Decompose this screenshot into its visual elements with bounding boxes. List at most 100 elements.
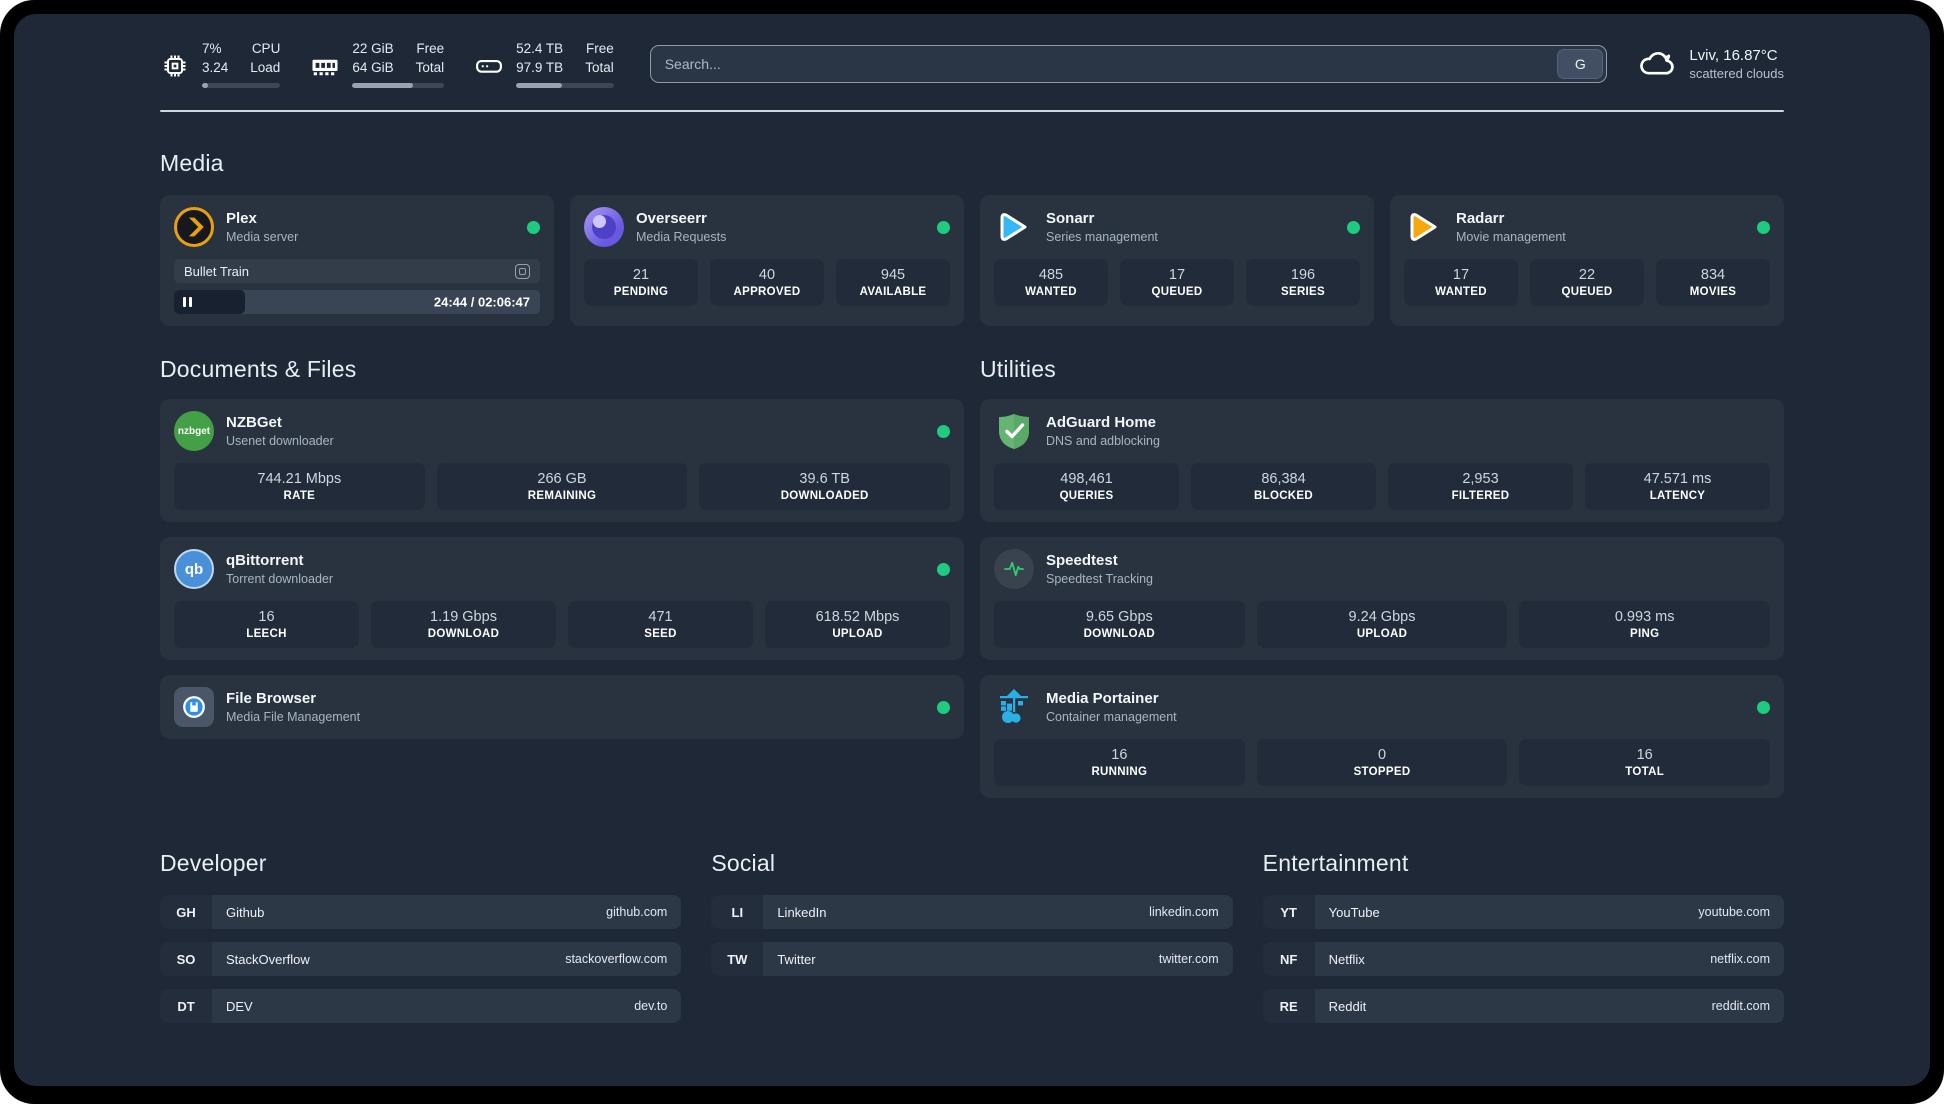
disk-total-label: Total [585, 60, 614, 75]
pause-icon[interactable] [183, 297, 192, 307]
disk-icon [474, 40, 504, 88]
link-stackoverflow[interactable]: SO StackOverflow stackoverflow.com [160, 942, 682, 976]
app-description: Media File Management [226, 710, 361, 724]
stat-tile: 2,953 FILTERED [1388, 463, 1573, 510]
status-dot-online [1757, 220, 1770, 234]
stat-tile: 266 GB REMAINING [436, 463, 688, 510]
link-linkedin[interactable]: LI LinkedIn linkedin.com [711, 895, 1233, 929]
section-social: Social LI LinkedIn linkedin.com TW Twitt… [711, 850, 1233, 1023]
stat-tile: 618.52 Mbps UPLOAD [765, 601, 950, 648]
link-dev-to[interactable]: DT DEV dev.to [160, 989, 682, 1023]
sonarr-icon [994, 207, 1034, 247]
stat-tile: 17 QUEUED [1120, 259, 1234, 306]
link-prefix-badge: SO [160, 942, 212, 976]
playback-progress-bar[interactable]: 24:44 / 02:06:47 [174, 290, 540, 314]
stat-tile: 47.571 ms LATENCY [1585, 463, 1770, 510]
cloud-icon [1637, 44, 1677, 84]
disk-progress-bar [516, 82, 614, 88]
stat-tile: 498,461 QUERIES [994, 463, 1179, 510]
disk-free-label: Free [585, 41, 614, 57]
search-bar: G [649, 45, 1608, 83]
search-engine-button[interactable]: G [1557, 49, 1604, 79]
link-twitter[interactable]: TW Twitter twitter.com [711, 942, 1233, 976]
link-netflix[interactable]: NF Netflix netflix.com [1262, 942, 1784, 976]
link-prefix-badge: GH [160, 895, 212, 929]
app-name: Media Portainer [1046, 690, 1159, 707]
app-card-portainer[interactable]: Media Portainer Container management 16 … [980, 675, 1784, 798]
stat-tile: 1.19 Gbps DOWNLOAD [371, 601, 556, 648]
link-prefix-badge: DT [160, 989, 212, 1023]
link-prefix-badge: YT [1262, 895, 1315, 929]
app-card-overseerr[interactable]: Overseerr Media Requests 21 PENDING 40 A… [570, 195, 964, 326]
ram-free-value: 22 GiB [352, 41, 394, 57]
dashboard: 7% 3.24 CPU Load 22 GiB 64 GiB Free Tota… [14, 14, 1930, 1086]
now-playing-settings-icon[interactable] [515, 263, 530, 279]
status-dot-online [937, 700, 950, 714]
app-card-sonarr[interactable]: Sonarr Series management 485 WANTED 17 Q… [980, 195, 1374, 326]
section-media: Media Plex Media server Bullet Train 24:… [160, 150, 1784, 326]
documents-section-title: Documents & Files [160, 356, 357, 382]
portainer-crane-icon [994, 687, 1034, 727]
disk-stat-group: 52.4 TB 97.9 TB Free Total [474, 40, 614, 88]
cpu-usage: 7% [202, 41, 222, 57]
social-section-title: Social [711, 850, 776, 876]
link-prefix-badge: RE [1262, 989, 1315, 1023]
app-card-speedtest[interactable]: Speedtest Speedtest Tracking 9.65 Gbps D… [980, 537, 1784, 660]
status-dot-online [937, 220, 950, 234]
link-prefix-badge: TW [711, 942, 764, 976]
qbittorrent-icon: qb [174, 549, 214, 589]
link-url: linkedin.com [1149, 905, 1219, 919]
stat-tile: 9.65 Gbps DOWNLOAD [994, 601, 1245, 648]
link-prefix-badge: LI [711, 895, 764, 929]
search-input[interactable] [650, 56, 1558, 72]
status-dot-online [937, 424, 950, 438]
stat-tile: 17 WANTED [1404, 259, 1518, 306]
stat-tile: 471 SEED [568, 601, 753, 648]
app-card-plex[interactable]: Plex Media server Bullet Train 24:44 / 0… [160, 195, 554, 326]
section-entertainment: Entertainment YT YouTube youtube.com NF … [1262, 850, 1784, 1023]
link-reddit[interactable]: RE Reddit reddit.com [1262, 989, 1784, 1023]
link-name: Github [226, 904, 265, 920]
link-name: LinkedIn [777, 904, 827, 920]
section-documents: Documents & Files nzbget NZBGet Usenet d… [160, 356, 964, 798]
link-name: StackOverflow [226, 951, 310, 967]
developer-section-title: Developer [160, 850, 267, 876]
stat-tile: 744.21 Mbps RATE [174, 463, 425, 510]
ram-icon [310, 40, 340, 88]
app-description: Usenet downloader [226, 434, 334, 448]
nzbget-icon: nzbget [174, 411, 214, 451]
cpu-load-value: 3.24 [202, 60, 229, 75]
app-name: Speedtest [1046, 552, 1118, 569]
link-name: YouTube [1328, 904, 1380, 920]
app-card-filebrowser[interactable]: File Browser Media File Management [160, 675, 964, 739]
app-description: Media Requests [636, 230, 727, 244]
overseerr-icon [584, 207, 624, 247]
plex-icon [174, 207, 214, 247]
status-dot-online [527, 220, 540, 234]
link-name: Reddit [1328, 998, 1367, 1014]
stat-tile: 16 TOTAL [1519, 739, 1771, 786]
stat-tile: 9.24 Gbps UPLOAD [1256, 601, 1508, 648]
app-card-radarr[interactable]: Radarr Movie management 17 WANTED 22 QUE… [1390, 195, 1784, 326]
app-card-qbittorrent[interactable]: qb qBittorrent Torrent downloader 16 LEE… [160, 537, 964, 660]
weather-location: Lviv, 16.87°C [1689, 47, 1778, 64]
disk-free-value: 52.4 TB [516, 41, 564, 57]
link-name: Twitter [777, 951, 816, 967]
stat-tile: 86,384 BLOCKED [1191, 463, 1376, 510]
app-name: AdGuard Home [1046, 414, 1157, 431]
app-card-nzbget[interactable]: nzbget NZBGet Usenet downloader 744.21 M… [160, 399, 964, 522]
app-description: Movie management [1456, 230, 1566, 244]
app-name: File Browser [226, 690, 317, 707]
app-name: Overseerr [636, 210, 707, 227]
radarr-icon [1404, 207, 1444, 247]
link-url: reddit.com [1711, 999, 1770, 1013]
link-github[interactable]: GH Github github.com [160, 895, 682, 929]
app-description: DNS and adblocking [1046, 434, 1160, 448]
stat-tile: 22 QUEUED [1530, 259, 1644, 306]
app-description: Torrent downloader [226, 572, 334, 586]
link-youtube[interactable]: YT YouTube youtube.com [1262, 895, 1784, 929]
link-name: DEV [226, 998, 253, 1014]
link-url: stackoverflow.com [565, 952, 668, 966]
media-section-title: Media [160, 150, 224, 176]
app-card-adguard[interactable]: AdGuard Home DNS and adblocking 498,461 … [980, 399, 1784, 522]
